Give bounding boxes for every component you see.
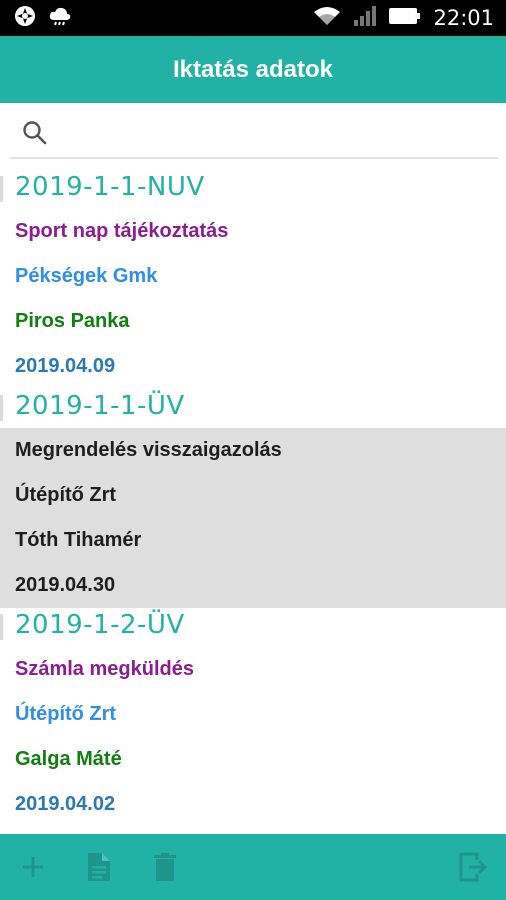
record-date: 2019.04.09 <box>15 355 116 377</box>
battery-icon <box>389 7 421 30</box>
document-icon[interactable] <box>84 850 114 884</box>
record-subject: Megrendelés visszaigazolás <box>15 439 282 461</box>
record-company: Pékségek Gmk <box>15 265 158 287</box>
record-body[interactable]: Megrendelés visszaigazolás Útépítő Zrt T… <box>0 428 506 608</box>
page-title: Iktatás adatok <box>172 55 334 83</box>
wifi-icon <box>313 5 341 32</box>
record-item[interactable]: 2019-1-1-NUV Sport nap tájékoztatás Péks… <box>0 170 506 389</box>
record-person: Piros Panka <box>15 310 130 332</box>
record-subject: Sport nap tájékoztatás <box>15 220 229 242</box>
record-body[interactable]: Számla megküldés Útépítő Zrt Galga Máté … <box>0 647 506 827</box>
records-list: 2019-1-1-NUV Sport nap tájékoztatás Péks… <box>0 170 506 827</box>
record-item[interactable]: 2019-1-2-ÜV Számla megküldés Útépítő Zrt… <box>0 608 506 827</box>
plus-icon[interactable] <box>18 850 48 884</box>
search-input[interactable] <box>58 123 478 147</box>
record-marker <box>0 176 3 202</box>
record-company: Útépítő Zrt <box>15 703 117 725</box>
aperture-icon <box>14 5 36 32</box>
record-id: 2019-1-1-NUV <box>15 172 205 202</box>
clock-time: 22:01 <box>433 6 494 30</box>
search-bar[interactable] <box>10 113 498 159</box>
record-person: Galga Máté <box>15 748 122 770</box>
record-body[interactable]: Sport nap tájékoztatás Pékségek Gmk Piro… <box>0 209 506 389</box>
cloud-icon <box>48 6 72 31</box>
app-bar: Iktatás adatok <box>0 36 506 103</box>
record-date: 2019.04.02 <box>15 793 116 815</box>
search-icon[interactable] <box>22 120 48 151</box>
record-company: Útépítő Zrt <box>15 484 117 506</box>
trash-icon[interactable] <box>150 850 180 884</box>
record-header: 2019-1-1-ÜV <box>0 389 506 428</box>
record-header: 2019-1-2-ÜV <box>0 608 506 647</box>
status-bar: 22:01 <box>0 0 506 36</box>
record-subject: Számla megküldés <box>15 658 194 680</box>
record-date: 2019.04.30 <box>15 574 116 596</box>
record-item-selected[interactable]: 2019-1-1-ÜV Megrendelés visszaigazolás Ú… <box>0 389 506 608</box>
bottom-toolbar <box>0 834 506 900</box>
record-id: 2019-1-1-ÜV <box>15 391 185 421</box>
record-id: 2019-1-2-ÜV <box>15 610 185 640</box>
record-person: Tóth Tihamér <box>15 529 142 551</box>
signal-icon <box>353 5 377 32</box>
logout-icon[interactable] <box>458 850 488 884</box>
record-header: 2019-1-1-NUV <box>0 170 506 209</box>
record-marker <box>0 614 3 640</box>
record-marker <box>0 395 3 421</box>
